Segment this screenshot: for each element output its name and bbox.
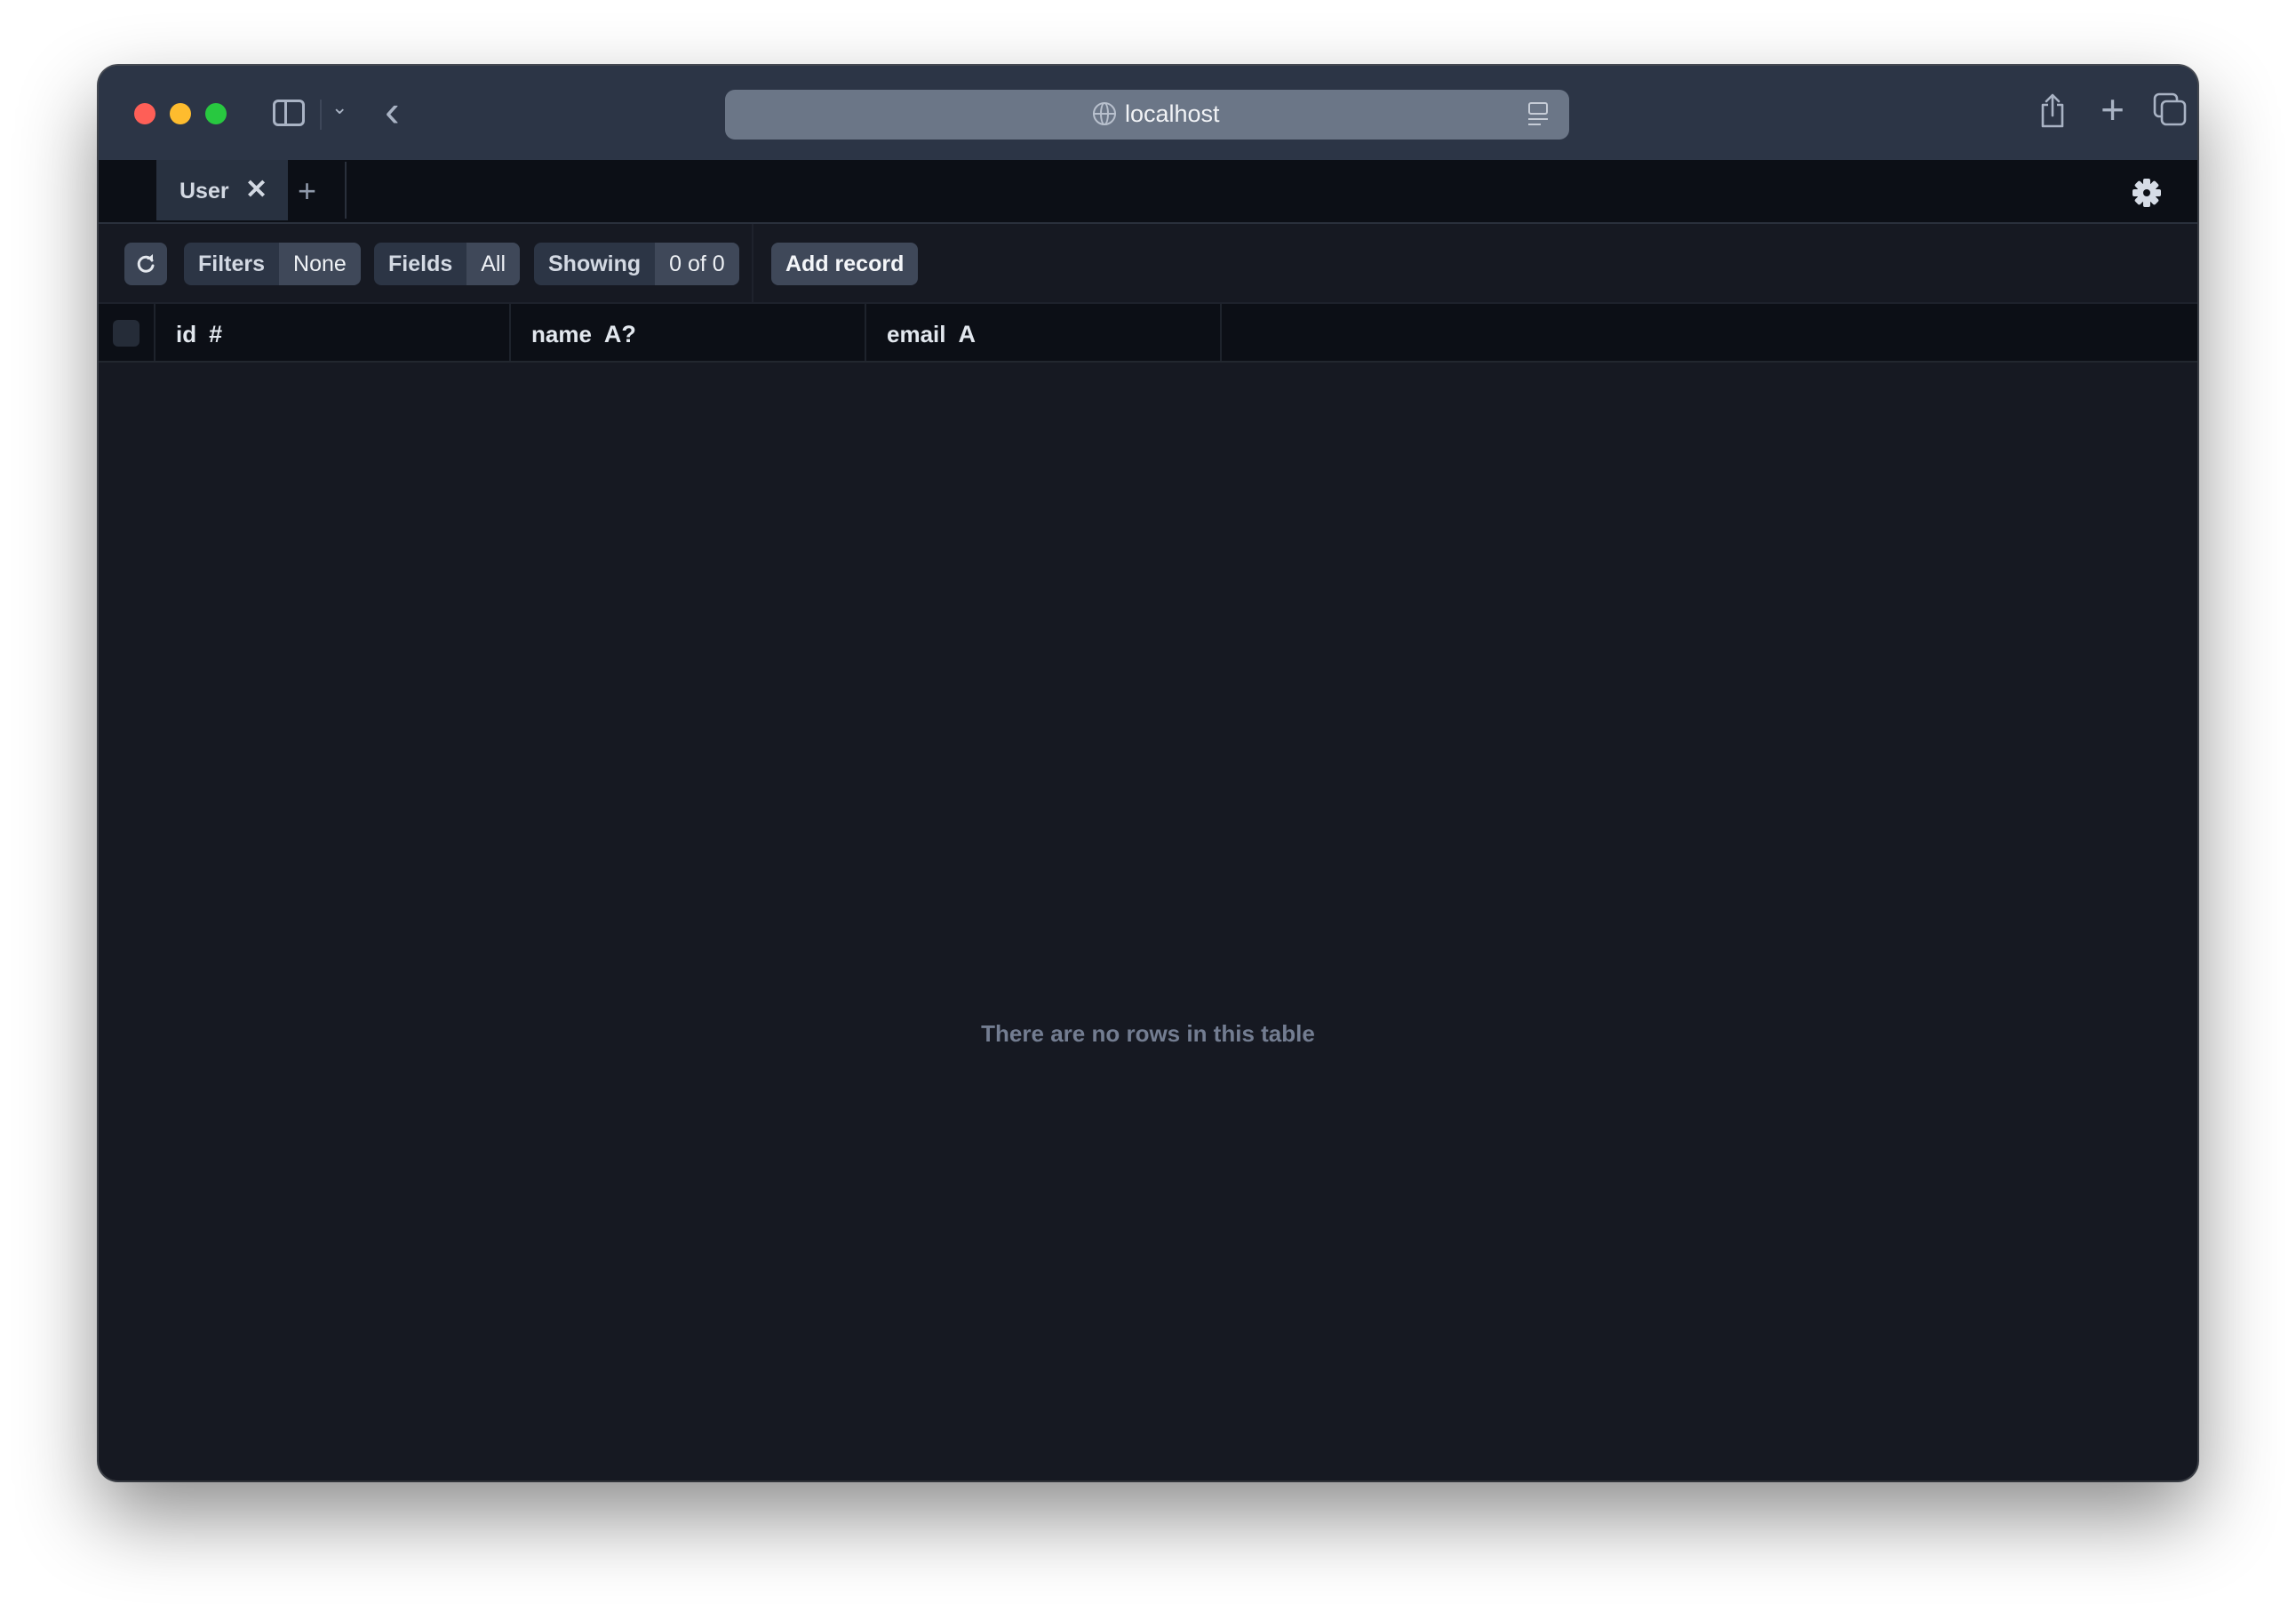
fields-value: All [466, 243, 521, 285]
table-header: id # name A? email A [99, 304, 2197, 363]
globe-icon [1093, 102, 1116, 125]
optional-text-type-icon: A? [603, 321, 636, 347]
title-bar: ⌄ ‹ localhost + [99, 66, 2197, 160]
sidebar-toggle-icon[interactable] [273, 100, 305, 126]
empty-table-message: There are no rows in this table [981, 1020, 1315, 1047]
back-arrow-icon[interactable]: ‹ [385, 85, 400, 137]
share-icon[interactable] [2039, 92, 2066, 128]
column-header-email[interactable]: email A [865, 304, 1222, 361]
gear-icon[interactable] [2132, 178, 2162, 208]
column-name: id [176, 321, 197, 347]
column-name: email [887, 321, 946, 347]
column-name: name [531, 321, 592, 347]
plus-icon[interactable]: + [2101, 85, 2125, 133]
column-header-name[interactable]: name A? [509, 304, 866, 361]
showing-label: Showing [534, 243, 656, 285]
tab-user[interactable]: User ✕ [156, 160, 288, 220]
toolbar-divider [752, 224, 753, 302]
filters-button[interactable]: Filters None [184, 243, 361, 285]
fields-label: Fields [374, 243, 467, 285]
zoom-window-button[interactable] [205, 103, 227, 124]
showing-value: 0 of 0 [655, 243, 739, 285]
text-type-icon: A [958, 321, 977, 347]
select-all-checkbox[interactable] [113, 320, 140, 347]
refresh-icon [137, 254, 155, 273]
showing-button[interactable]: Showing 0 of 0 [534, 243, 739, 285]
close-window-button[interactable] [134, 103, 155, 124]
toolbar-divider [320, 100, 322, 130]
filters-label: Filters [184, 243, 280, 285]
tab-overview-icon[interactable] [2153, 92, 2187, 126]
address-bar[interactable]: localhost [725, 90, 1569, 140]
filters-value: None [279, 243, 361, 285]
reader-mode-icon[interactable] [1528, 102, 1548, 127]
chevron-down-icon[interactable]: ⌄ [331, 96, 347, 119]
number-type-icon: # [209, 321, 223, 347]
url-text[interactable]: localhost [1125, 100, 1220, 128]
tab-bar: User ✕ + [99, 160, 2197, 224]
column-header-id[interactable]: id # [154, 304, 511, 361]
refresh-button[interactable] [124, 243, 167, 285]
tab-divider [345, 162, 347, 219]
select-all-cell [99, 304, 155, 361]
close-icon[interactable]: ✕ [245, 174, 267, 205]
tab-label: User [179, 179, 229, 203]
browser-window: ⌄ ‹ localhost + User ✕ + Filters None Fi… [99, 66, 2197, 1480]
add-record-button[interactable]: Add record [771, 243, 919, 285]
add-tab-icon[interactable]: + [298, 172, 316, 210]
minimize-window-button[interactable] [170, 103, 191, 124]
fields-button[interactable]: Fields All [374, 243, 521, 285]
table-toolbar: Filters None Fields All Showing 0 of 0 A… [99, 224, 2197, 304]
